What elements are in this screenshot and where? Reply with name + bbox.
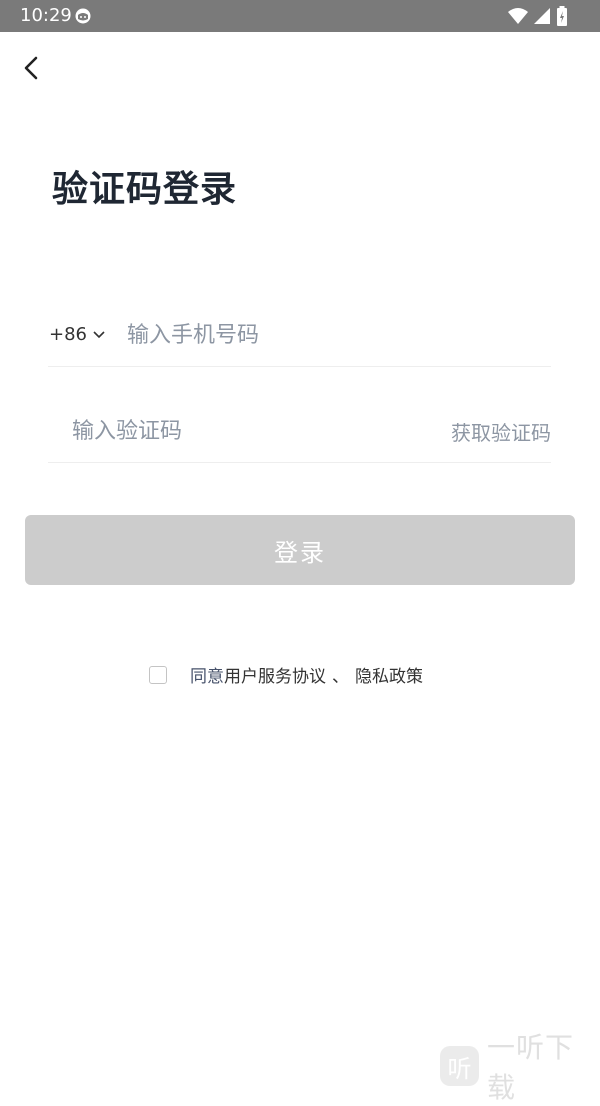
chevron-left-icon[interactable] bbox=[16, 52, 48, 84]
login-button[interactable]: 登录 bbox=[25, 515, 575, 585]
watermark-logo: 听 bbox=[440, 1046, 479, 1086]
code-row: 获取验证码 bbox=[48, 402, 551, 463]
get-code-button[interactable]: 获取验证码 bbox=[451, 417, 551, 446]
code-input[interactable] bbox=[70, 410, 374, 452]
watermark-text: 一听下载 bbox=[486, 1031, 574, 1104]
status-time: 10:29 bbox=[20, 5, 72, 26]
face-icon bbox=[75, 8, 91, 24]
phone-row: +86 bbox=[48, 306, 551, 367]
phone-input[interactable] bbox=[125, 314, 529, 356]
agreement-prefix: 同意 bbox=[190, 667, 224, 687]
page-title: 验证码登录 bbox=[52, 169, 238, 210]
signal-icon bbox=[534, 8, 550, 24]
agreement-separator: 、 bbox=[332, 667, 349, 687]
battery-icon bbox=[557, 6, 567, 26]
chevron-down-icon bbox=[93, 330, 105, 338]
terms-link[interactable]: 用户服务协议 bbox=[224, 662, 326, 687]
agreement-checkbox[interactable] bbox=[149, 665, 167, 684]
wifi-icon bbox=[508, 8, 528, 24]
watermark: 听 一听下载 bbox=[440, 1026, 600, 1106]
status-icons bbox=[508, 6, 568, 26]
agreement-row: 同意 用户服务协议 、 隐私政策 bbox=[149, 662, 423, 687]
privacy-link[interactable]: 隐私政策 bbox=[355, 662, 423, 687]
country-code-selector[interactable]: +86 bbox=[49, 324, 105, 345]
status-bar: 10:29 bbox=[0, 0, 600, 32]
country-code-label: +86 bbox=[49, 324, 87, 345]
